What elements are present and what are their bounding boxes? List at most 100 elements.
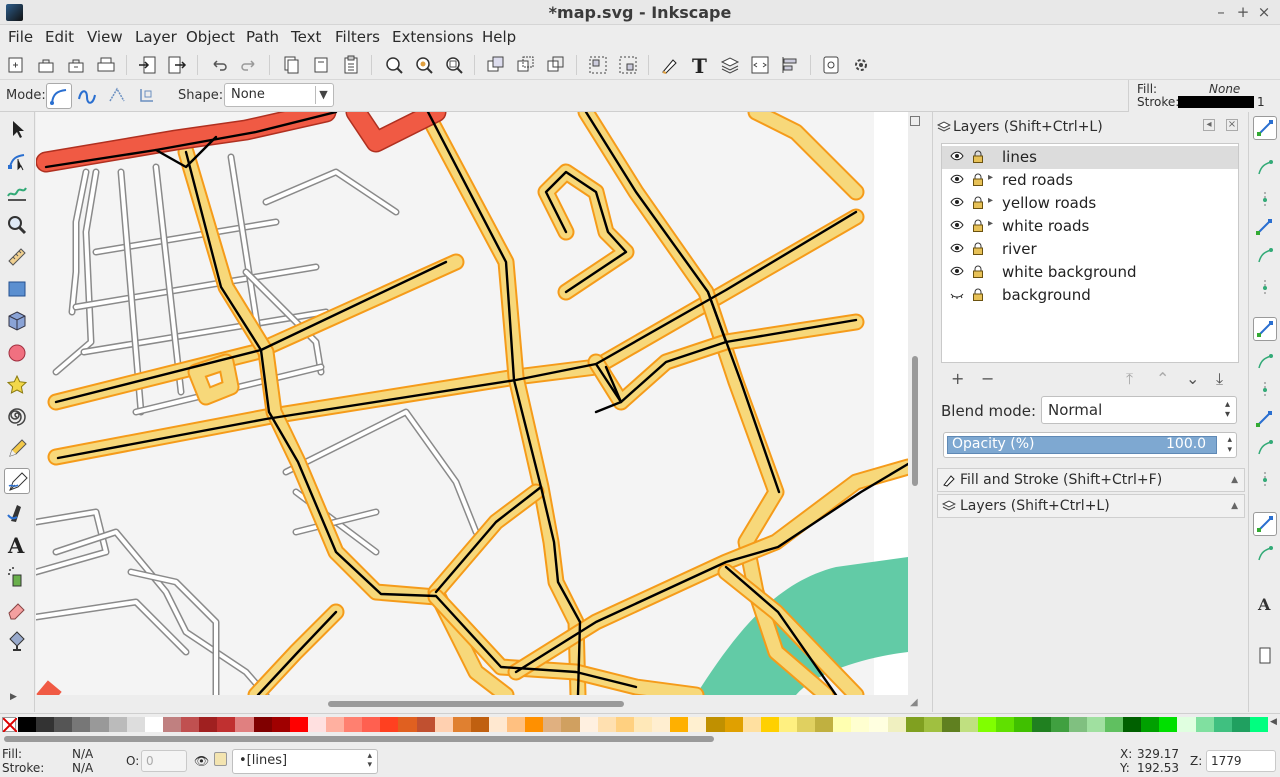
snap-bbox-center-icon[interactable] — [1253, 276, 1277, 300]
lock-icon[interactable] — [972, 173, 984, 186]
fill-stroke-icon[interactable] — [659, 54, 681, 76]
lock-icon[interactable] — [972, 219, 984, 232]
eye-hidden-icon[interactable] — [950, 288, 964, 303]
palette-swatch[interactable] — [1195, 717, 1215, 732]
remove-layer-button[interactable]: − — [981, 369, 994, 388]
palette-swatch[interactable] — [90, 717, 110, 732]
palette-swatch[interactable] — [307, 717, 327, 732]
shape-dropdown[interactable]: None ▼ — [224, 83, 334, 107]
palette-swatch[interactable] — [796, 717, 816, 732]
rect-tool-icon[interactable] — [4, 276, 30, 302]
palette-swatch[interactable] — [271, 717, 291, 732]
fill-stroke-panel-tab[interactable]: Fill and Stroke (Shift+Ctrl+F) ▲ — [937, 468, 1245, 492]
layer-row[interactable]: ▸ yellow roads — [942, 192, 1238, 215]
cut-icon[interactable] — [310, 54, 332, 76]
palette-swatch[interactable] — [1086, 717, 1106, 732]
spray-tool-icon[interactable] — [4, 564, 30, 590]
palette-swatch[interactable] — [615, 717, 635, 732]
vertical-scroll-thumb[interactable] — [912, 356, 918, 486]
layer-row[interactable]: white background — [942, 261, 1238, 284]
palette-swatch[interactable] — [144, 717, 164, 732]
layer-row[interactable]: ▸ red roads — [942, 169, 1238, 192]
palette-swatch[interactable] — [325, 717, 345, 732]
palette-swatch[interactable] — [833, 717, 852, 732]
layers-panel-tab[interactable]: Layers (Shift+Ctrl+L) ▲ — [937, 494, 1245, 518]
menu-object[interactable]: Object — [186, 28, 235, 46]
panel-close-icon[interactable]: × — [1226, 119, 1238, 131]
palette-swatch[interactable] — [452, 717, 472, 732]
toolbox-overflow-arrow-icon[interactable]: ▶ — [10, 692, 17, 702]
palette-swatch[interactable] — [1231, 717, 1251, 732]
snap-bbox-edge-icon[interactable] — [1253, 188, 1277, 212]
vertical-scrollbar[interactable]: ⋮ — [908, 112, 938, 697]
palette-swatch[interactable] — [398, 717, 418, 732]
regular-bezier-mode-icon[interactable] — [46, 83, 72, 109]
save-document-icon[interactable] — [65, 54, 87, 76]
menu-text[interactable]: Text — [291, 28, 321, 46]
minimize-button[interactable]: – — [1211, 2, 1231, 22]
lock-icon[interactable] — [972, 288, 984, 301]
map-drawing[interactable] — [36, 112, 908, 695]
palette-swatch[interactable] — [724, 717, 744, 732]
palette-swatch[interactable] — [923, 717, 943, 732]
palette-swatch[interactable] — [54, 717, 73, 732]
palette-swatch[interactable] — [470, 717, 490, 732]
palette-swatch[interactable] — [1213, 717, 1233, 732]
palette-swatch[interactable] — [108, 717, 128, 732]
palette-swatch[interactable] — [1123, 717, 1142, 732]
bspline-mode-icon[interactable] — [105, 83, 131, 109]
palette-swatch[interactable] — [688, 717, 707, 732]
lock-icon[interactable] — [972, 150, 984, 163]
ellipse-tool-icon[interactable] — [4, 340, 30, 366]
palette-swatch[interactable] — [253, 717, 273, 732]
palette-swatch[interactable] — [217, 717, 236, 732]
opacity-spin-arrows-icon[interactable]: ▴ ▾ — [1227, 435, 1232, 455]
menu-layer[interactable]: Layer — [135, 28, 177, 46]
group-icon[interactable] — [587, 54, 609, 76]
zoom-selection-icon[interactable] — [383, 54, 405, 76]
snap-cusp-nodes-icon[interactable] — [1253, 408, 1277, 432]
palette-swatch[interactable] — [597, 717, 617, 732]
maximize-button[interactable]: + — [1233, 2, 1253, 22]
undo-icon[interactable] — [208, 54, 230, 76]
eraser-tool-icon[interactable] — [4, 596, 30, 622]
3dbox-tool-icon[interactable] — [4, 308, 30, 334]
palette-swatch[interactable] — [869, 717, 889, 732]
blend-mode-select[interactable]: Normal ▴ ▾ — [1041, 396, 1237, 424]
palette-swatch[interactable] — [960, 717, 979, 732]
menu-filters[interactable]: Filters — [335, 28, 380, 46]
zoom-tool-icon[interactable] — [4, 212, 30, 238]
snap-midpoints-icon[interactable] — [1253, 468, 1277, 492]
spiro-mode-icon[interactable] — [75, 83, 101, 109]
new-document-icon[interactable] — [5, 54, 27, 76]
palette-swatch[interactable] — [507, 717, 526, 732]
layer-row[interactable]: ▸ white roads — [942, 215, 1238, 238]
clone-icon[interactable] — [515, 54, 537, 76]
menu-view[interactable]: View — [87, 28, 123, 46]
close-button[interactable]: × — [1254, 2, 1274, 22]
fill-stroke-indicator[interactable]: Fill: None Stroke: 1 — [1128, 80, 1280, 112]
palette-swatch[interactable] — [815, 717, 834, 732]
palette-swatch[interactable] — [778, 717, 798, 732]
menu-path[interactable]: Path — [246, 28, 279, 46]
palette-swatch[interactable] — [18, 717, 37, 732]
lower-to-bottom-icon[interactable]: ⤓ — [1216, 369, 1223, 389]
palette-swatch[interactable] — [851, 717, 870, 732]
palette-swatch[interactable] — [1068, 717, 1088, 732]
eye-visible-icon[interactable] — [950, 173, 964, 188]
lock-icon[interactable] — [972, 196, 984, 209]
horizontal-scroll-thumb[interactable] — [328, 701, 624, 707]
layers-icon[interactable] — [719, 54, 741, 76]
tweak-tool-icon[interactable] — [4, 180, 30, 206]
raise-to-top-icon[interactable]: ⤒ — [1126, 369, 1133, 389]
import-icon[interactable] — [136, 54, 158, 76]
palette-swatch[interactable] — [941, 717, 961, 732]
palette-swatch[interactable] — [380, 717, 399, 732]
text-font-icon[interactable]: T — [689, 54, 711, 78]
snap-text-baseline-icon[interactable]: A — [1253, 592, 1277, 616]
calligraphy-tool-icon[interactable] — [4, 500, 30, 526]
menu-extensions[interactable]: Extensions — [392, 28, 473, 46]
lock-icon[interactable] — [972, 242, 984, 255]
layer-lock-icon[interactable] — [214, 752, 227, 766]
redo-icon[interactable] — [238, 54, 260, 76]
